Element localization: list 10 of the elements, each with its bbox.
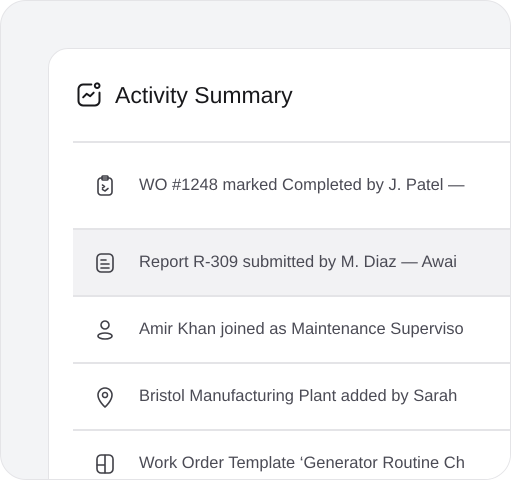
activity-text: WO #1248 marked Completed by J. Patel — — [139, 176, 465, 195]
card-title: Activity Summary — [115, 82, 293, 108]
chart-icon — [75, 81, 103, 109]
activity-text: Bristol Manufacturing Plant added by Sarah — [139, 387, 458, 406]
layout-icon — [93, 452, 117, 476]
activity-text: Report R-309 submitted by M. Diaz — Awai — [139, 253, 457, 272]
document-icon — [93, 250, 117, 274]
activity-text: Amir Khan joined as Maintenance Superviso — [139, 320, 464, 339]
activity-text: Work Order Template ‘Generator Routine Ch — [139, 454, 465, 473]
activity-row[interactable]: Report R-309 submitted by M. Diaz — Awai — [73, 230, 510, 295]
